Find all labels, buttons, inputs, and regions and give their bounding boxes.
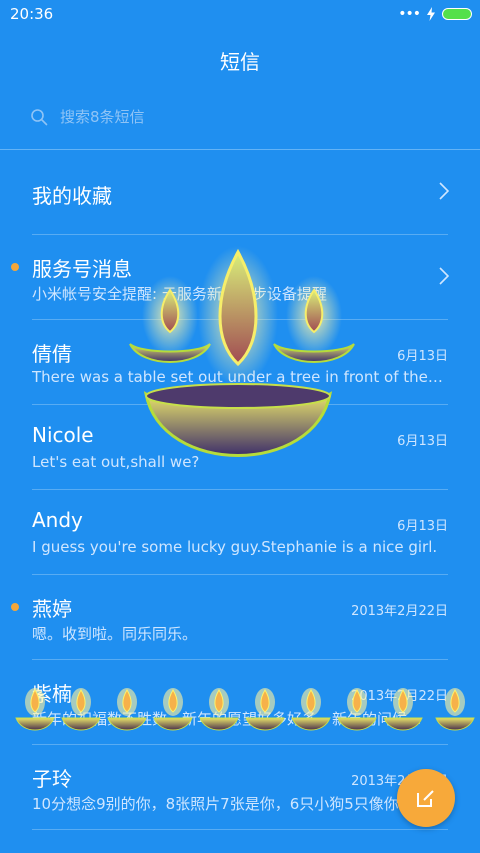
conversation-name: 倩倩 xyxy=(32,342,72,366)
search-input[interactable] xyxy=(60,108,420,126)
battery-icon xyxy=(442,8,472,20)
diya-lamp-row-icon xyxy=(15,688,475,731)
conversation-name: 子玲 xyxy=(32,767,72,791)
status-time: 20:36 xyxy=(10,5,54,23)
conversation-preview: I guess you're some lucky guy.Stephanie … xyxy=(32,538,438,556)
compose-button[interactable] xyxy=(397,769,455,827)
unread-dot xyxy=(11,263,19,271)
conversation-date: 6月13日 xyxy=(397,434,448,449)
page-title: 短信 xyxy=(220,50,260,74)
compose-icon xyxy=(417,790,434,807)
conversation-date: 6月13日 xyxy=(397,349,448,364)
unread-dot xyxy=(11,603,19,611)
status-bar: 20:36 ••• xyxy=(0,0,480,28)
list-item-conversation[interactable]: Andy 6月13日 I guess you're some lucky guy… xyxy=(32,490,448,575)
conversation-name: 我的收藏 xyxy=(32,184,112,208)
conversation-date: 6月13日 xyxy=(397,519,448,534)
conversation-date: 2013年2月22日 xyxy=(351,604,448,619)
status-icons: ••• xyxy=(398,6,472,22)
list-item-conversation[interactable]: 子玲 2013年2月22日 10分想念9别的你，8张照片7张是你，6只小狗5只像… xyxy=(32,745,448,830)
notification-dots-icon: ••• xyxy=(398,6,421,22)
conversation-name: 燕婷 xyxy=(32,597,72,621)
charging-icon xyxy=(427,7,435,21)
list-item-favorites[interactable]: 我的收藏 xyxy=(32,150,449,235)
search-icon xyxy=(31,109,48,126)
conversation-name: 服务号消息 xyxy=(32,257,132,281)
diya-lamp-icon xyxy=(129,246,355,457)
conversation-name: Andy xyxy=(32,508,83,532)
search-bar[interactable] xyxy=(30,104,450,130)
list-item-conversation[interactable]: 燕婷 2013年2月22日 嗯。收到啦。同乐同乐。 xyxy=(11,575,448,660)
chevron-right-icon xyxy=(439,182,449,200)
conversation-preview: 嗯。收到啦。同乐同乐。 xyxy=(32,625,198,643)
conversation-name: Nicole xyxy=(32,423,94,447)
chevron-right-icon xyxy=(439,267,449,285)
conversation-preview: 10分想念9别的你，8张照片7张是你，6只小狗5只像你... xyxy=(32,795,414,813)
